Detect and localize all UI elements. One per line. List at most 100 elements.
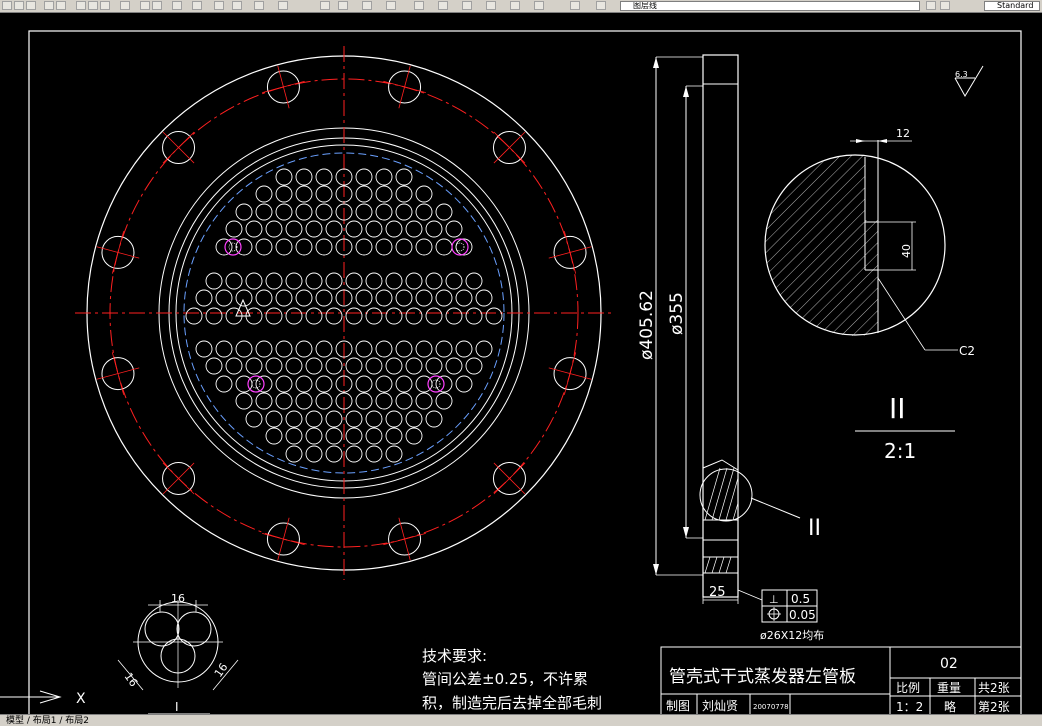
tube-hole — [405, 410, 423, 428]
match-properties-icon[interactable] — [120, 1, 130, 10]
zoom-realtime-icon[interactable] — [338, 1, 348, 10]
pan-icon[interactable] — [320, 1, 330, 10]
tube-hole — [405, 272, 423, 290]
tube-hole — [375, 392, 393, 410]
redo-icon[interactable] — [152, 1, 162, 10]
tube-hole — [465, 307, 483, 325]
tube-hole — [225, 357, 243, 375]
tube-hole — [385, 272, 403, 290]
markup-icon[interactable] — [510, 1, 520, 10]
tube-hole — [255, 340, 273, 358]
tube-hole — [315, 340, 333, 358]
tube-hole — [445, 220, 463, 238]
tube-hole — [275, 375, 293, 393]
undo-icon[interactable] — [140, 1, 150, 10]
tube-hole — [295, 203, 313, 221]
tube-hole — [455, 375, 473, 393]
tube-hole — [275, 392, 293, 410]
dim-12: 12 — [896, 127, 910, 140]
tube-hole — [305, 272, 323, 290]
tube-hole — [285, 357, 303, 375]
tube-hole — [465, 272, 483, 290]
paste-icon[interactable] — [100, 1, 110, 10]
dim-outer-diameter: ø405.62 — [637, 290, 657, 360]
tube-hole — [415, 238, 433, 256]
dim-16-right: 16 — [212, 661, 231, 680]
new-icon[interactable] — [2, 1, 12, 10]
tube-hole — [285, 220, 303, 238]
tube-hole — [305, 445, 323, 463]
perpendicularity-icon: ⊥ — [769, 593, 779, 606]
layer-previous-icon[interactable] — [940, 1, 950, 10]
view-i: 16 16 16 I — [117, 592, 239, 715]
tube-hole — [405, 307, 423, 325]
tube-hole — [205, 307, 223, 325]
tube-hole — [395, 340, 413, 358]
drawing-svg: ø405.62 ø355 25 II ⊥ 0.5 0.05 ø26X12均布 1… — [0, 30, 1022, 722]
layer-dropdown[interactable]: 图层线 — [620, 1, 920, 11]
tube-hole — [375, 375, 393, 393]
zoom-window-icon[interactable] — [362, 1, 372, 10]
tube-hole — [325, 357, 343, 375]
tube-hole — [375, 185, 393, 203]
preview-icon[interactable] — [56, 1, 66, 10]
tube-hole — [355, 289, 373, 307]
tube-hole — [315, 392, 333, 410]
tube-hole — [215, 340, 233, 358]
tracking-icon[interactable] — [214, 1, 224, 10]
dim-16-left: 16 — [122, 670, 141, 689]
tube-hole — [265, 220, 283, 238]
tool-palettes-icon[interactable] — [462, 1, 472, 10]
sheet-set-icon[interactable] — [486, 1, 496, 10]
drawing-canvas[interactable]: ø405.62 ø355 25 II ⊥ 0.5 0.05 ø26X12均布 1… — [0, 12, 1042, 722]
print-icon[interactable] — [44, 1, 54, 10]
3d-orbit-icon[interactable] — [278, 1, 288, 10]
style-dropdown[interactable]: Standard — [984, 1, 1040, 11]
calculator-icon[interactable] — [534, 1, 544, 10]
tie-rod-hole — [224, 238, 242, 256]
tube-hole — [445, 307, 463, 325]
tube-hole — [295, 392, 313, 410]
copy-icon[interactable] — [88, 1, 98, 10]
tube-hole — [415, 340, 433, 358]
layout-tabs-bar[interactable]: 模型 / 布局1 / 布局2 — [0, 714, 1042, 726]
ucs-icon[interactable] — [232, 1, 242, 10]
make-current-icon[interactable] — [926, 1, 936, 10]
dim-16-top: 16 — [171, 592, 185, 605]
hyperlink-icon[interactable] — [172, 1, 182, 10]
named-views-icon[interactable] — [254, 1, 264, 10]
tube-hole — [385, 445, 403, 463]
tube-hole — [395, 168, 413, 186]
tech-req-title: 技术要求: — [422, 647, 487, 665]
tube-hole — [265, 427, 283, 445]
tube-hole — [275, 185, 293, 203]
tube-hole — [295, 168, 313, 186]
tube-hole — [345, 220, 363, 238]
scale-label: 比例 — [896, 681, 920, 695]
chamfer-note: C2 — [959, 344, 975, 358]
tube-hole — [315, 375, 333, 393]
open-icon[interactable] — [14, 1, 24, 10]
tube-hole — [355, 203, 373, 221]
tube-hole — [275, 168, 293, 186]
tech-req-line1: 管间公差±0.25，不许累 — [422, 670, 588, 688]
tol-perp-value: 0.5 — [791, 592, 810, 606]
layer-properties-icon[interactable] — [570, 1, 580, 10]
tube-hole — [365, 445, 383, 463]
tube-hole — [235, 392, 253, 410]
tube-hole — [365, 307, 383, 325]
tube-hole — [275, 203, 293, 221]
side-view: ø405.62 ø355 25 II ⊥ 0.5 0.05 ø26X12均布 — [637, 54, 824, 642]
save-icon[interactable] — [26, 1, 36, 10]
zoom-previous-icon[interactable] — [386, 1, 396, 10]
properties-icon[interactable] — [414, 1, 424, 10]
cut-icon[interactable] — [76, 1, 86, 10]
tube-hole — [225, 220, 243, 238]
tube-hole — [465, 357, 483, 375]
tech-req-line2: 积，制造完后去掉全部毛刺 — [422, 694, 602, 712]
designcenter-icon[interactable] — [438, 1, 448, 10]
tube-hole — [365, 427, 383, 445]
tube-hole — [405, 357, 423, 375]
snap-icon[interactable] — [192, 1, 202, 10]
layer-state-icon[interactable] — [596, 1, 606, 10]
